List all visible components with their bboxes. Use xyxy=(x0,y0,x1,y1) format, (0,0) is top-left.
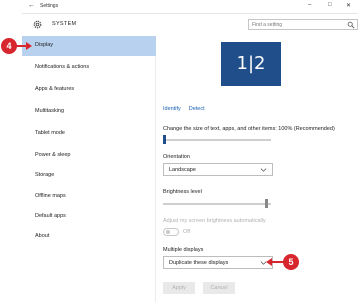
multiple-displays-value: Duplicate these displays xyxy=(169,260,229,266)
sidebar-item-label: Apps & features xyxy=(35,86,75,92)
monitor-preview[interactable]: 1|2 xyxy=(221,42,281,86)
callout-arrow-4 xyxy=(16,45,26,47)
gear-icon xyxy=(33,20,42,29)
auto-brightness-toggle[interactable] xyxy=(163,228,179,236)
search-icon[interactable] xyxy=(347,21,355,29)
scale-slider[interactable] xyxy=(163,139,271,141)
sidebar-item-storage[interactable]: Storage xyxy=(22,166,156,186)
sidebar-item-label: Power & sleep xyxy=(35,152,71,158)
settings-header: SYSTEM Find a setting xyxy=(22,14,358,36)
brightness-slider[interactable] xyxy=(163,203,271,205)
sidebar-item-label: Default apps xyxy=(35,213,66,219)
close-button[interactable]: ✕ xyxy=(346,2,351,9)
callout-arrowhead-4 xyxy=(26,42,32,50)
sidebar-item-label: Display xyxy=(35,42,54,48)
apply-button[interactable]: Apply xyxy=(163,282,195,294)
monitor-label: 1|2 xyxy=(236,53,266,74)
sidebar-item-label: Storage xyxy=(35,172,55,178)
sidebar-item-label: Offline maps xyxy=(35,193,66,199)
maximize-button[interactable]: □ xyxy=(328,2,332,8)
sidebar-item-multitasking[interactable]: Multitasking xyxy=(22,102,156,122)
orientation-dropdown[interactable]: Landscape xyxy=(163,163,273,176)
multiple-displays-dropdown[interactable]: Duplicate these displays xyxy=(163,256,273,269)
minimize-button[interactable]: – xyxy=(308,2,311,8)
display-settings-panel: 1|2 Identify Detect Change the size of te… xyxy=(157,36,358,302)
cancel-button[interactable]: Cancel xyxy=(203,282,235,294)
sidebar-item-label: About xyxy=(35,233,50,239)
brightness-label: Brightness level xyxy=(163,189,202,195)
chevron-down-icon xyxy=(260,168,267,172)
toggle-knob xyxy=(166,230,170,234)
multiple-displays-label: Multiple displays xyxy=(163,247,204,253)
back-button[interactable]: ← xyxy=(28,2,35,9)
sidebar: Display Notifications & actions Apps & f… xyxy=(22,36,156,302)
sidebar-item-offline-maps[interactable]: Offline maps xyxy=(22,187,156,207)
auto-brightness-state: Off xyxy=(183,229,191,235)
orientation-label: Orientation xyxy=(163,154,190,160)
identify-link[interactable]: Identify xyxy=(163,106,181,112)
search-placeholder: Find a setting xyxy=(252,22,283,28)
page-title: SYSTEM xyxy=(52,21,77,27)
search-input[interactable]: Find a setting xyxy=(248,19,358,30)
detect-link[interactable]: Detect xyxy=(189,106,205,112)
sidebar-item-tablet-mode[interactable]: Tablet mode xyxy=(22,124,156,144)
sidebar-item-apps[interactable]: Apps & features xyxy=(22,80,156,100)
auto-brightness-label: Adjust my screen brightness automaticall… xyxy=(163,218,266,224)
scale-slider-thumb[interactable] xyxy=(163,135,166,144)
window-title: Settings xyxy=(40,3,59,9)
step-callout-5: 5 xyxy=(283,254,299,270)
sidebar-item-power-sleep[interactable]: Power & sleep xyxy=(22,146,156,166)
display-links: Identify Detect xyxy=(163,106,213,112)
orientation-value: Landscape xyxy=(169,167,196,173)
scale-label: Change the size of text, apps, and other… xyxy=(163,126,335,132)
sidebar-item-label: Multitasking xyxy=(35,108,65,114)
sidebar-item-label: Notifications & actions xyxy=(35,64,90,70)
title-bar: ← Settings – □ ✕ xyxy=(22,0,358,14)
sidebar-item-label: Tablet mode xyxy=(35,130,65,136)
step-callout-4: 4 xyxy=(1,38,17,54)
sidebar-item-notifications[interactable]: Notifications & actions xyxy=(22,58,156,78)
sidebar-item-default-apps[interactable]: Default apps xyxy=(22,207,156,227)
brightness-slider-thumb[interactable] xyxy=(264,199,268,208)
sidebar-item-about[interactable]: About xyxy=(22,227,156,247)
sidebar-item-display[interactable]: Display xyxy=(22,36,156,56)
